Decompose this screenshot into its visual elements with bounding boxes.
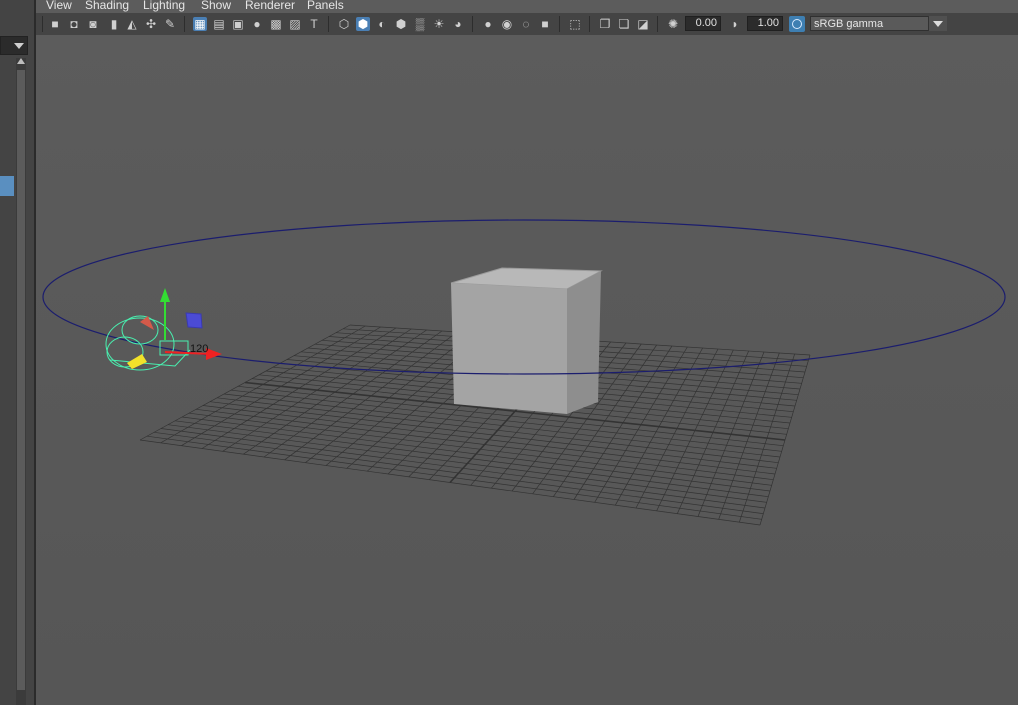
menu-lighting[interactable]: Lighting xyxy=(143,0,185,11)
scroll-up-arrow-icon[interactable] xyxy=(17,58,25,64)
toolbar-separator xyxy=(589,16,590,32)
grid-line xyxy=(167,424,767,503)
gamma-field[interactable] xyxy=(747,16,783,31)
selected-item-highlight[interactable] xyxy=(0,176,14,196)
left-panel-dropdown[interactable] xyxy=(0,36,28,55)
view-transform-value: sRGB gamma xyxy=(814,18,884,30)
motion-blur-icon[interactable]: ● xyxy=(481,17,495,31)
grid-line xyxy=(181,416,771,492)
camera-wire-reel-back xyxy=(121,315,159,345)
hud-icon[interactable]: ■ xyxy=(538,17,552,31)
grid-line xyxy=(146,435,762,520)
xray-icon[interactable]: ❐ xyxy=(598,17,612,31)
frame-label: 120 xyxy=(190,343,209,355)
toolbar-separator xyxy=(42,16,43,32)
translate-y-arrow-icon[interactable] xyxy=(160,288,170,302)
field-chart-icon[interactable]: ▩ xyxy=(269,17,283,31)
cube-side-face xyxy=(567,271,601,414)
grid-line xyxy=(160,428,766,509)
film-gate-icon[interactable]: ▤ xyxy=(212,17,226,31)
toolbar-separator xyxy=(657,16,658,32)
panel-menu-bar: View Shading Lighting Show Renderer Pane… xyxy=(36,0,1018,12)
menu-shading[interactable]: Shading xyxy=(85,0,129,11)
safe-title-icon[interactable]: T xyxy=(307,17,321,31)
menu-view[interactable]: View xyxy=(46,0,72,11)
scene-canvas[interactable] xyxy=(36,35,1018,705)
view-transform-select[interactable]: sRGB gamma xyxy=(810,16,946,31)
exposure-field[interactable] xyxy=(685,16,721,31)
color-management-icon[interactable] xyxy=(789,16,805,32)
2d-pan-zoom-icon[interactable]: ✣ xyxy=(144,17,158,31)
safe-action-icon[interactable]: ▨ xyxy=(288,17,302,31)
grid-line xyxy=(635,348,719,509)
image-plane-icon[interactable]: ◭ xyxy=(125,17,139,31)
menu-panels[interactable]: Panels xyxy=(307,0,344,11)
default-material-icon[interactable]: ◐ xyxy=(375,17,389,31)
toolbar-separator xyxy=(559,16,560,32)
isolate-select-icon[interactable]: ⬚ xyxy=(568,17,582,31)
left-panel-scroll-thumb[interactable] xyxy=(17,70,25,690)
translate-plane-handle[interactable] xyxy=(185,312,203,329)
screen-space-ao-icon[interactable]: ◕ xyxy=(451,17,465,31)
gamma-icon[interactable]: ◗ xyxy=(728,17,742,31)
smooth-shade-icon[interactable]: ⬢ xyxy=(356,17,370,31)
bookmark-icon[interactable]: ▮ xyxy=(107,17,121,31)
grid-line xyxy=(656,349,734,511)
camera-with-manipulator[interactable] xyxy=(105,288,222,371)
panel-toolbar: ■ ◘ ◙ ▮ ◭ ✣ ✎ ▦ ▤ ▣ ● ▩ ▨ T ⬡ ⬢ ◐ ⬢ ▒ ☀ … xyxy=(36,13,1018,35)
use-all-lights-icon[interactable]: ▒ xyxy=(413,17,427,31)
chevron-down-icon xyxy=(14,43,24,49)
xray-joints-icon[interactable]: ◪ xyxy=(636,17,650,31)
polygon-cube[interactable] xyxy=(450,267,603,414)
menu-renderer[interactable]: Renderer xyxy=(245,0,295,11)
textured-icon[interactable]: ⬢ xyxy=(394,17,408,31)
camera-attributes-icon[interactable]: ◘ xyxy=(67,17,81,31)
xray-active-components-icon[interactable]: ❏ xyxy=(617,17,631,31)
wireframe-icon[interactable]: ⬡ xyxy=(337,17,351,31)
left-side-panel xyxy=(0,0,36,705)
grease-pencil-icon[interactable]: ✎ xyxy=(163,17,177,31)
depth-of-field-icon[interactable]: ◌ xyxy=(519,17,533,31)
toolbar-separator xyxy=(472,16,473,32)
toolbar-separator xyxy=(184,16,185,32)
grid-line xyxy=(139,439,761,526)
anti-aliasing-icon[interactable]: ◉ xyxy=(500,17,514,31)
camera-lock-icon[interactable]: ◙ xyxy=(86,17,100,31)
translate-x-arrow-icon[interactable] xyxy=(206,348,222,360)
select-camera-icon[interactable]: ■ xyxy=(48,17,62,31)
chevron-down-icon xyxy=(933,21,943,27)
exposure-icon[interactable]: ✺ xyxy=(666,17,680,31)
view-transform-dropdown-button[interactable] xyxy=(928,16,947,31)
shadows-icon[interactable]: ☀ xyxy=(432,17,446,31)
cube-front-face xyxy=(451,283,567,414)
grid-icon[interactable]: ▦ xyxy=(193,17,207,31)
menu-show[interactable]: Show xyxy=(201,0,231,11)
toolbar-separator xyxy=(328,16,329,32)
gate-mask-icon[interactable]: ● xyxy=(250,17,264,31)
resolution-gate-icon[interactable]: ▣ xyxy=(231,17,245,31)
